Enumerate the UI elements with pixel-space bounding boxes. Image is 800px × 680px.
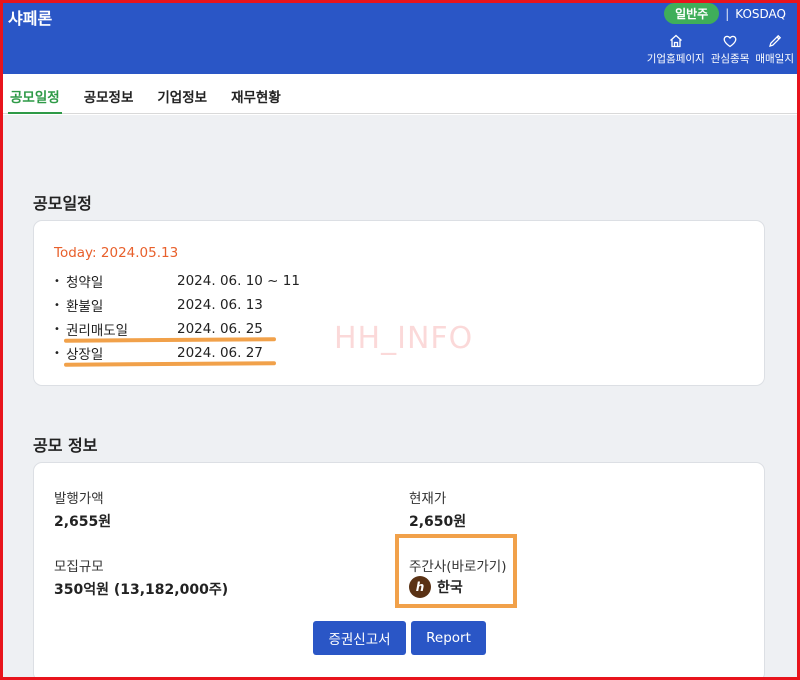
annotation-underline <box>63 361 277 367</box>
schedule-label: 상장일 <box>66 347 104 363</box>
watermark: HH_INFO <box>334 321 474 356</box>
issue-price-label: 발행가액 <box>54 491 104 507</box>
trade-journal-button[interactable]: 매매일지 <box>755 33 794 66</box>
heart-icon <box>723 35 737 48</box>
today-date: Today: 2024.05.13 <box>54 245 179 261</box>
schedule-section-title: 공모일정 <box>33 194 92 213</box>
pencil-icon <box>768 34 781 47</box>
tab-bar: 공모일정 공모정보 기업정보 재무현황 <box>0 74 800 114</box>
market-label: KOSDAQ <box>735 6 786 21</box>
header-actions: 기업홈페이지 관심종목 매매일지 <box>647 33 794 66</box>
bullet: • <box>54 347 60 359</box>
offering-size-label: 모집규모 <box>54 559 104 575</box>
schedule-item: • 청약일 2024. 06. 10 ~ 11 <box>54 271 300 291</box>
bullet: • <box>54 323 60 335</box>
schedule-label: 권리매도일 <box>66 323 129 339</box>
schedule-date: 2024. 06. 13 <box>177 297 263 313</box>
schedule-card: Today: 2024.05.13 • 청약일 2024. 06. 10 ~ 1… <box>33 220 765 386</box>
offering-size-value: 350억원 (13,182,000주) <box>54 582 229 598</box>
bullet: • <box>54 275 60 287</box>
current-price-label: 현재가 <box>409 491 447 507</box>
current-price-value: 2,650원 <box>409 514 467 530</box>
underwriter-name: 한국 <box>437 580 463 596</box>
underwriter-logo: h <box>409 576 431 598</box>
company-title: 샤페론 <box>8 9 53 28</box>
schedule-date: 2024. 06. 10 ~ 11 <box>177 273 300 289</box>
schedule-item: • 권리매도일 2024. 06. 25 <box>54 319 263 339</box>
trade-journal-label: 매매일지 <box>755 53 794 65</box>
stock-type-badge: 일반주 <box>664 3 720 24</box>
tab-offering-info[interactable]: 공모정보 <box>82 74 136 114</box>
tab-financials[interactable]: 재무현황 <box>229 74 283 114</box>
watchlist-label: 관심종목 <box>710 53 750 65</box>
offering-section-title: 공모 정보 <box>33 436 98 455</box>
issue-price-value: 2,655원 <box>54 514 112 530</box>
tab-schedule[interactable]: 공모일정 <box>8 74 62 114</box>
bullet: • <box>54 299 60 311</box>
header-badges: 일반주 | KOSDAQ <box>664 3 786 24</box>
underwriter-label[interactable]: 주간사(바로가기) <box>409 555 506 575</box>
schedule-label: 환불일 <box>66 299 104 315</box>
company-homepage-button[interactable]: 기업홈페이지 <box>647 33 705 66</box>
underwriter-link[interactable]: h 한국 <box>409 576 463 598</box>
badge-separator: | <box>725 6 730 21</box>
main-content: 공모일정 Today: 2024.05.13 • 청약일 2024. 06. 1… <box>3 115 797 680</box>
schedule-date: 2024. 06. 25 <box>177 321 263 337</box>
company-homepage-label: 기업홈페이지 <box>646 53 705 65</box>
schedule-label: 청약일 <box>66 275 104 291</box>
securities-filing-button[interactable]: 증권신고서 <box>313 621 406 655</box>
offering-card: 발행가액 2,655원 현재가 2,650원 모집규모 350억원 (13,18… <box>33 462 765 680</box>
home-icon <box>669 34 682 48</box>
report-button[interactable]: Report <box>411 621 486 655</box>
tab-company-info[interactable]: 기업정보 <box>155 74 209 114</box>
watchlist-button[interactable]: 관심종목 <box>710 33 750 66</box>
schedule-item: • 환불일 2024. 06. 13 <box>54 295 263 315</box>
schedule-item: • 상장일 2024. 06. 27 <box>54 343 263 363</box>
annotation-underline <box>63 337 277 343</box>
schedule-date: 2024. 06. 27 <box>177 345 263 361</box>
app-header: 샤페론 일반주 | KOSDAQ 기업홈페이지 관심종목 매매일지 <box>0 0 800 74</box>
